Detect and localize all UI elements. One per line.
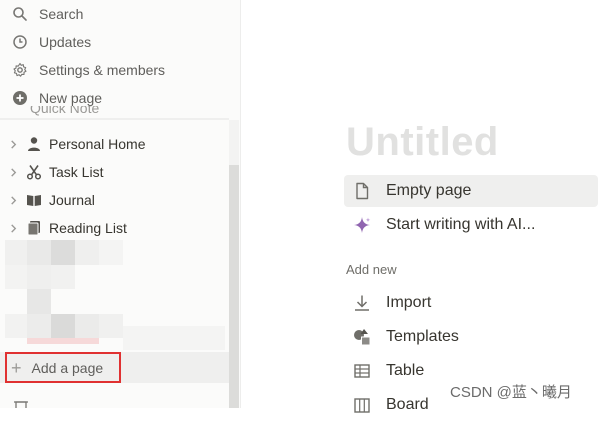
add-new-templates[interactable]: Templates: [344, 321, 598, 353]
option-ai-writing[interactable]: Start writing with AI...: [344, 209, 598, 241]
plus-circle-icon: [11, 89, 29, 107]
sidebar-search[interactable]: Search: [0, 0, 229, 28]
sidebar-item-reading-list[interactable]: Reading List: [0, 214, 229, 242]
option-label: Start writing with AI...: [386, 216, 536, 233]
sidebar-item-personal-home[interactable]: Personal Home: [0, 130, 229, 158]
clock-icon: [11, 33, 29, 51]
trash-icon-partial[interactable]: [14, 400, 28, 408]
add-new-heading: Add new: [346, 262, 397, 277]
sidebar-updates[interactable]: Updates: [0, 28, 229, 56]
sidebar-new-page-label: New page: [39, 90, 103, 106]
sidebar-scrollbar-thumb[interactable]: [229, 165, 239, 408]
plus-icon: +: [11, 357, 22, 378]
shapes-icon: [352, 327, 372, 347]
add-new-import[interactable]: Import: [344, 287, 598, 319]
option-label: Empty page: [386, 182, 472, 199]
sidebar-settings[interactable]: Settings & members: [0, 56, 229, 84]
sidebar: Search Updates Settings & members New pa…: [0, 0, 241, 408]
sidebar-search-label: Search: [39, 6, 84, 22]
book-icon: [25, 191, 43, 209]
option-label: Templates: [386, 328, 459, 345]
sidebar-item-label: Personal Home: [49, 136, 146, 152]
person-icon: [25, 135, 43, 153]
document-icon: [352, 181, 372, 201]
watermark: CSDN @蓝丶曦月: [450, 384, 572, 401]
books-icon: [25, 219, 43, 237]
quick-note-label: Quick Note: [30, 106, 100, 116]
sidebar-updates-label: Updates: [39, 34, 92, 50]
gear-icon: [11, 61, 29, 79]
page-title[interactable]: Untitled: [346, 120, 499, 165]
option-label: Import: [386, 294, 432, 311]
option-label: Board: [386, 396, 429, 413]
sparkle-icon: [352, 215, 372, 235]
sidebar-divider: [0, 118, 229, 120]
sidebar-item-task-list[interactable]: Task List: [0, 158, 229, 186]
chevron-right-icon[interactable]: [9, 195, 19, 205]
add-page-button[interactable]: + Add a page: [5, 352, 121, 383]
sidebar-settings-label: Settings & members: [39, 62, 166, 78]
sidebar-item-journal[interactable]: Journal: [0, 186, 229, 214]
sidebar-item-label: Reading List: [49, 220, 127, 236]
board-icon: [352, 395, 372, 415]
chevron-right-icon[interactable]: [9, 223, 19, 233]
option-label: Table: [386, 362, 425, 379]
option-empty-page[interactable]: Empty page: [344, 175, 598, 207]
chevron-right-icon[interactable]: [9, 167, 19, 177]
table-icon: [352, 361, 372, 381]
chevron-right-icon[interactable]: [9, 139, 19, 149]
sidebar-item-label: Journal: [49, 192, 95, 208]
add-page-label: Add a page: [31, 359, 104, 376]
scissors-icon: [25, 163, 43, 181]
download-icon: [352, 293, 372, 313]
sidebar-item-label: Task List: [49, 164, 104, 180]
search-icon: [11, 5, 29, 23]
